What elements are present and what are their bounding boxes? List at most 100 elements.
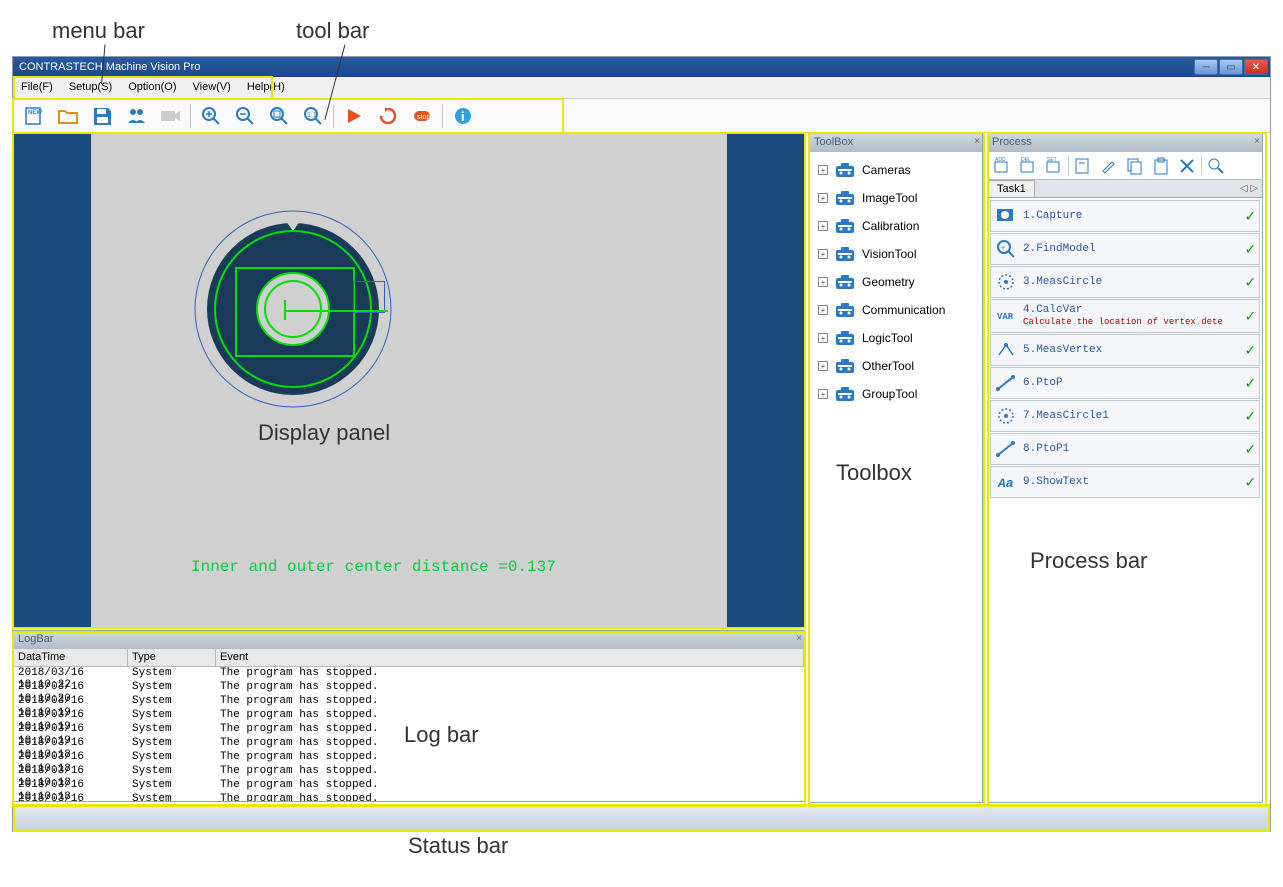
tab-prev-icon[interactable]: ◁: [1240, 183, 1248, 194]
run-icon[interactable]: [337, 102, 371, 130]
expand-icon[interactable]: +: [818, 193, 828, 203]
process-step[interactable]: 3.MeasCircle✓: [990, 266, 1260, 298]
stop-icon[interactable]: stop: [405, 102, 439, 130]
log-row[interactable]: 2018/03/16 10:10:22SystemThe program has…: [14, 667, 804, 681]
log-row[interactable]: 2018/03/16 10:10:19SystemThe program has…: [14, 709, 804, 723]
tab-task1[interactable]: Task1: [988, 180, 1035, 197]
log-event: The program has stopped.: [216, 695, 804, 709]
menu-file[interactable]: File(F): [13, 77, 61, 98]
log-type: System: [128, 723, 216, 737]
annotation-toolbox: Toolbox: [836, 460, 912, 486]
open-icon[interactable]: [51, 102, 85, 130]
log-row[interactable]: 2018/03/16 10:10:20SystemThe program has…: [14, 681, 804, 695]
users-icon[interactable]: [119, 102, 153, 130]
zoom-out-icon[interactable]: [228, 102, 262, 130]
log-row[interactable]: 2018/03/16 10:10:18SystemThe program has…: [14, 779, 804, 793]
menu-option[interactable]: Option(O): [120, 77, 184, 98]
log-type: System: [128, 681, 216, 695]
display-panel[interactable]: Inner and outer center distance =0.137: [13, 133, 805, 628]
close-button[interactable]: ✕: [1244, 59, 1268, 75]
save-icon[interactable]: [85, 102, 119, 130]
toolbox-item-visiontool[interactable]: + VisionTool: [810, 240, 982, 268]
process-step[interactable]: 1.Capture✓: [990, 200, 1260, 232]
new-icon[interactable]: NEW: [17, 102, 51, 130]
log-datetime: 2018/03/16 10:10:18: [14, 751, 128, 765]
expand-icon[interactable]: +: [818, 165, 828, 175]
expand-icon[interactable]: +: [818, 221, 828, 231]
maximize-button[interactable]: ▭: [1219, 59, 1243, 75]
log-header-event[interactable]: Event: [216, 649, 804, 666]
log-datetime: 2018/03/16 10:10:19: [14, 709, 128, 723]
tab-next-icon[interactable]: ▷: [1250, 183, 1258, 194]
log-row[interactable]: 2018/03/16 10:10:19SystemThe program has…: [14, 695, 804, 709]
process-step[interactable]: 5.MeasVertex✓: [990, 334, 1260, 366]
zoom-fit-icon[interactable]: [262, 102, 296, 130]
roi-rect: [235, 267, 355, 357]
set-task-icon[interactable]: SET: [1042, 154, 1066, 178]
menu-help[interactable]: Help(H): [239, 77, 293, 98]
svg-text:SET: SET: [1047, 157, 1057, 163]
log-row[interactable]: 2018/03/16 10:10:07SystemThe program has…: [14, 793, 804, 801]
log-datetime: 2018/03/16 10:10:07: [14, 793, 128, 801]
toolbox-item-communication[interactable]: + Communication: [810, 296, 982, 324]
expand-icon[interactable]: +: [818, 333, 828, 343]
expand-icon[interactable]: +: [818, 277, 828, 287]
new-step-icon[interactable]: [1071, 154, 1095, 178]
window-title: CONTRASTECH Machine Vision Pro: [19, 61, 1193, 73]
svg-text:ADD: ADD: [995, 157, 1006, 163]
process-step[interactable]: 6.PtoP✓: [990, 367, 1260, 399]
toolbox-title: ToolBox ×: [810, 134, 982, 152]
svg-text:+: +: [1001, 245, 1005, 253]
log-datetime: 2018/03/16 10:10:18: [14, 765, 128, 779]
paste-icon[interactable]: [1149, 154, 1173, 178]
process-step[interactable]: Aa9.ShowText✓: [990, 466, 1260, 498]
add-task-icon[interactable]: ADD: [990, 154, 1014, 178]
del-task-icon[interactable]: DEL: [1016, 154, 1040, 178]
log-header-datetime[interactable]: DataTime: [14, 649, 128, 666]
toolbox-item-geometry[interactable]: +Geometry: [810, 268, 982, 296]
expand-icon[interactable]: +: [818, 389, 828, 399]
expand-icon[interactable]: +: [818, 249, 828, 259]
toolbox-close-icon[interactable]: ×: [974, 136, 980, 147]
svg-text:VAR: VAR: [997, 312, 1014, 322]
process-step[interactable]: +2.FindModel✓: [990, 233, 1260, 265]
zoom-in-icon[interactable]: [194, 102, 228, 130]
process-step[interactable]: VAR4.CalcVarCalculate the location of ve…: [990, 299, 1260, 333]
process-step[interactable]: 7.MeasCircle1✓: [990, 400, 1260, 432]
log-row[interactable]: 2018/03/16 10:10:18SystemThe program has…: [14, 765, 804, 779]
log-header-type[interactable]: Type: [128, 649, 216, 666]
log-event: The program has stopped.: [216, 751, 804, 765]
toolbox-item-label: OtherTool: [862, 359, 914, 373]
toolbox-item-label: Communication: [862, 303, 945, 317]
logbar-close-icon[interactable]: ×: [796, 633, 802, 644]
toolbox-item-imagetool[interactable]: + ImageTool: [810, 184, 982, 212]
find-icon[interactable]: [1204, 154, 1228, 178]
menu-setup[interactable]: Setup(S): [61, 77, 120, 98]
log-datetime: 2018/03/16 10:10:18: [14, 737, 128, 751]
toolbox-item-logictool[interactable]: +LogicTool: [810, 324, 982, 352]
info-icon[interactable]: i: [446, 102, 480, 130]
camera-icon[interactable]: [153, 102, 187, 130]
log-row[interactable]: 2018/03/16 10:10:18SystemThe program has…: [14, 751, 804, 765]
edit-step-icon[interactable]: [1097, 154, 1121, 178]
copy-icon[interactable]: [1123, 154, 1147, 178]
check-icon: ✓: [1245, 306, 1255, 326]
toolbox-item-label: ImageTool: [862, 191, 917, 205]
toolbox-item-cameras[interactable]: +Cameras: [810, 156, 982, 184]
toolbox-item-calibration[interactable]: +Calibration: [810, 212, 982, 240]
process-close-icon[interactable]: ×: [1254, 136, 1260, 147]
loop-icon[interactable]: [371, 102, 405, 130]
log-type: System: [128, 779, 216, 793]
step-label: 1.Capture: [1023, 210, 1245, 222]
toolbox-item-grouptool[interactable]: +GroupTool: [810, 380, 982, 408]
expand-icon[interactable]: +: [818, 305, 828, 315]
toolbox-category-icon: [834, 217, 856, 235]
toolbox-item-othertool[interactable]: + OtherTool: [810, 352, 982, 380]
minimize-button[interactable]: ─: [1194, 59, 1218, 75]
expand-icon[interactable]: +: [818, 361, 828, 371]
delete-icon[interactable]: [1175, 154, 1199, 178]
toolbox-item-label: VisionTool: [862, 247, 916, 261]
marker-rect: [353, 281, 385, 313]
process-step[interactable]: 8.PtoP1✓: [990, 433, 1260, 465]
menu-view[interactable]: View(V): [185, 77, 239, 98]
